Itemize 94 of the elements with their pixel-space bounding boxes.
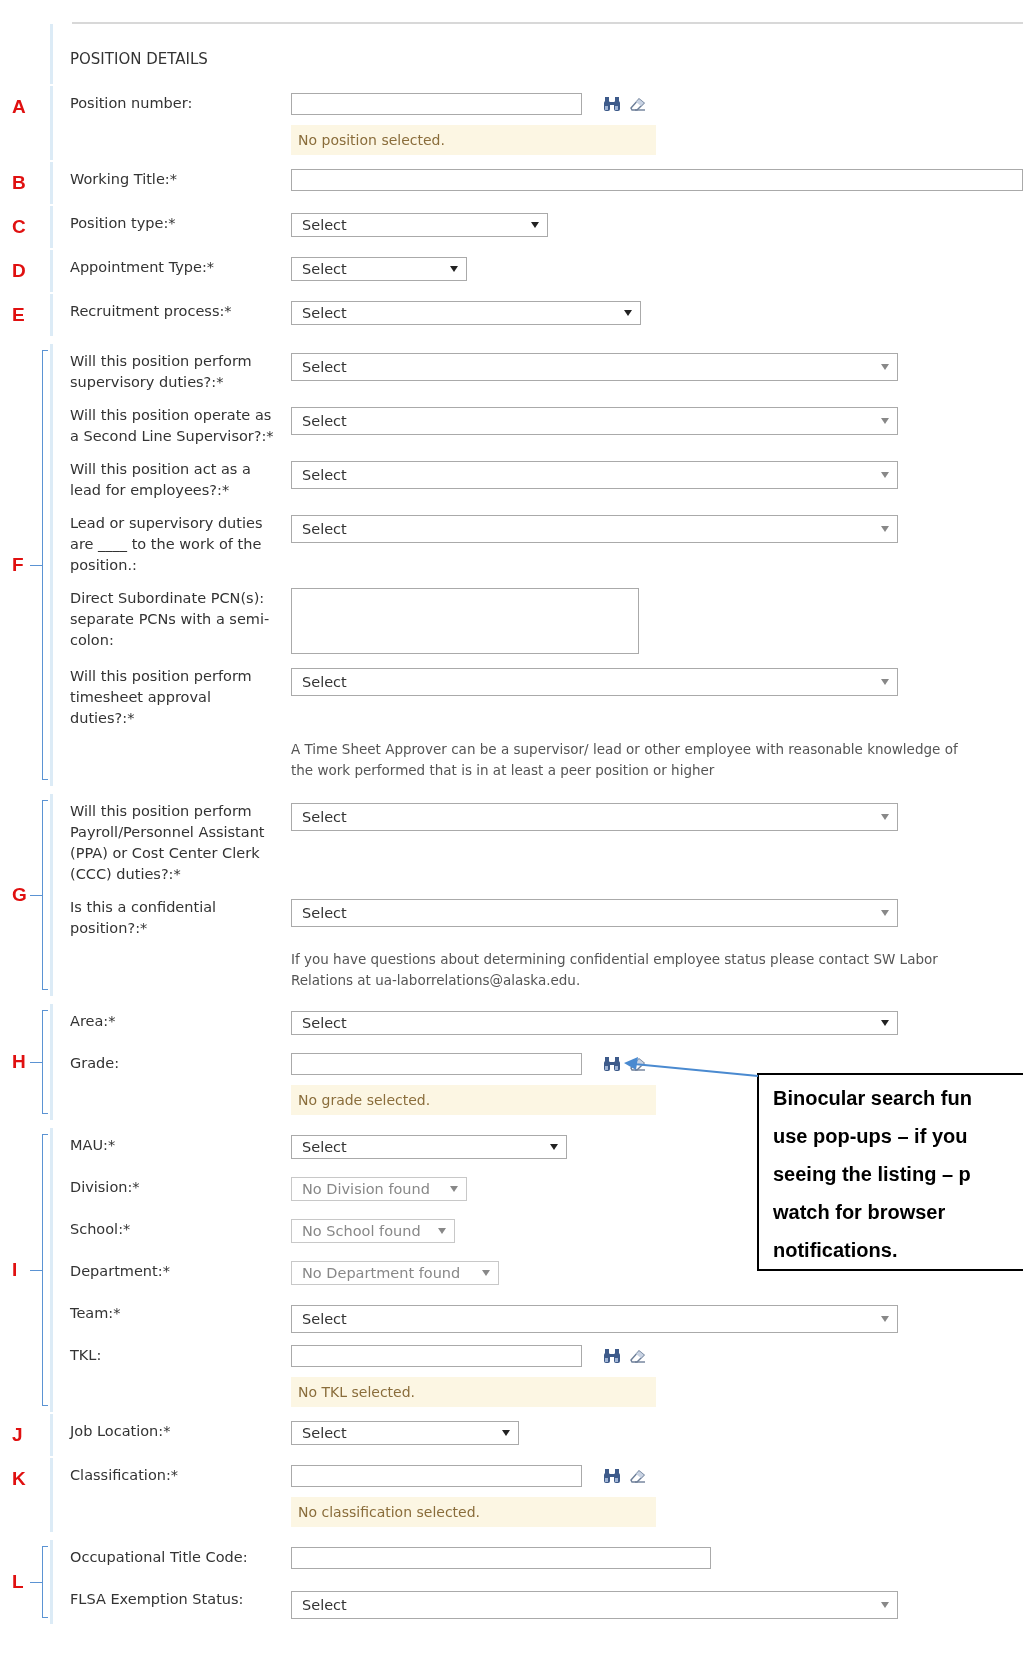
caret-icon <box>438 1228 446 1234</box>
field-label: School:* <box>70 1220 132 1239</box>
binoculars-icon[interactable] <box>602 1348 622 1364</box>
field-label: Division:* <box>70 1178 141 1197</box>
text-field[interactable] <box>291 1465 582 1487</box>
caret-icon <box>881 814 889 820</box>
field-label: Team:* <box>70 1304 122 1323</box>
caret-icon <box>881 472 889 478</box>
annotation-bracket <box>30 1546 48 1618</box>
field-label: Will this position act as a lead for employees?:* <box>70 460 252 500</box>
dropdown[interactable]: Select <box>291 515 898 543</box>
dropdown[interactable]: Select <box>291 353 898 381</box>
dropdown[interactable]: Select <box>291 213 548 237</box>
section-title: POSITION DETAILS <box>70 49 209 70</box>
text-field[interactable] <box>291 93 582 115</box>
annotation-letter: D <box>12 260 26 282</box>
dropdown[interactable]: Select <box>291 803 898 831</box>
field-label: FLSA Exemption Status: <box>70 1590 245 1609</box>
dropdown[interactable]: Select <box>291 1421 519 1445</box>
caret-icon <box>881 364 889 370</box>
annotation-letter: H <box>12 1051 26 1073</box>
field-label: Will this position perform supervisory duties?:* <box>70 352 253 392</box>
field-label: Occupational Title Code: <box>70 1548 249 1567</box>
field-label: Will this position operate as a Second Line Supervisor?:* <box>70 406 275 446</box>
status-message: No classification selected. <box>291 1497 656 1527</box>
dropdown[interactable]: Select <box>291 1135 567 1159</box>
dropdown[interactable]: Select <box>291 899 898 927</box>
field-label: Position number: <box>70 94 194 113</box>
caret-icon <box>624 310 632 316</box>
field-label: Job Location:* <box>70 1422 172 1441</box>
status-message: No TKL selected. <box>291 1377 656 1407</box>
field-label: Department:* <box>70 1262 171 1281</box>
text-area[interactable] <box>291 588 639 654</box>
eraser-icon[interactable] <box>628 96 646 112</box>
dropdown[interactable]: Select <box>291 461 898 489</box>
annotation-letter: C <box>12 216 26 238</box>
dropdown[interactable]: Select <box>291 1305 898 1333</box>
field-label: Lead or supervisory duties are ____ to the work of the position.: <box>70 514 264 575</box>
caret-icon <box>881 1316 889 1322</box>
caret-icon <box>550 1144 558 1150</box>
dropdown[interactable]: Select <box>291 1011 898 1035</box>
field-label: Appointment Type:* <box>70 258 216 277</box>
help-text: A Time Sheet Approver can be a supervisor/ lead or other employee with reasonable knowledge of the work performed that is in at least a peer position or higher <box>291 740 959 780</box>
eraser-icon[interactable] <box>628 1348 646 1364</box>
annotation-letter: A <box>12 96 26 118</box>
dropdown[interactable]: Select <box>291 407 898 435</box>
annotation-letter: K <box>12 1468 26 1490</box>
caret-icon <box>450 266 458 272</box>
caret-icon <box>881 910 889 916</box>
caret-icon <box>881 679 889 685</box>
text-field[interactable] <box>291 1345 582 1367</box>
caret-icon <box>450 1186 458 1192</box>
field-label: Position type:* <box>70 214 177 233</box>
annotation-letter: E <box>12 304 25 326</box>
status-message: No position selected. <box>291 125 656 155</box>
annotation-letter: G <box>12 884 27 906</box>
text-field[interactable] <box>291 1547 711 1569</box>
annotation-letter: B <box>12 172 26 194</box>
caret-icon <box>482 1270 490 1276</box>
caret-icon <box>881 526 889 532</box>
annotation-letter: F <box>12 554 24 576</box>
caret-icon <box>881 1020 889 1026</box>
field-label: Recruitment process:* <box>70 302 233 321</box>
status-message: No grade selected. <box>291 1085 656 1115</box>
dropdown[interactable]: Select <box>291 668 898 696</box>
help-text: If you have questions about determining confidential employee status please contact SW Labor Relations at ua-laborrelations@alaska.edu. <box>291 950 939 990</box>
dropdown[interactable]: Select <box>291 301 641 325</box>
text-field[interactable] <box>291 169 1023 191</box>
field-label: Grade: <box>70 1054 121 1073</box>
caret-icon <box>531 222 539 228</box>
caret-icon <box>881 1602 889 1608</box>
field-label: Will this position perform timesheet approval duties?:* <box>70 667 253 728</box>
caret-icon <box>502 1430 510 1436</box>
annotation-letter: L <box>12 1571 24 1593</box>
annotation-letter: I <box>12 1259 18 1281</box>
field-label: Is this a confidential position?:* <box>70 898 218 938</box>
field-label: Working Title:* <box>70 170 178 189</box>
annotation-letter: J <box>12 1424 23 1446</box>
binoculars-icon[interactable] <box>602 96 622 112</box>
dropdown[interactable]: Select <box>291 257 467 281</box>
field-label: Classification:* <box>70 1466 180 1485</box>
eraser-icon[interactable] <box>628 1468 646 1484</box>
field-label: Will this position perform Payroll/Personnel Assistant (PPA) or Cost Center Clerk (CCC) duties?:* <box>70 802 266 884</box>
binoculars-icon[interactable] <box>602 1056 622 1072</box>
caret-icon <box>881 418 889 424</box>
dropdown[interactable]: Select <box>291 1591 898 1619</box>
field-label: Direct Subordinate PCN(s): separate PCNs with a semi-colon: <box>70 589 271 650</box>
binoculars-icon[interactable] <box>602 1468 622 1484</box>
text-field[interactable] <box>291 1053 582 1075</box>
field-label: TKL: <box>70 1346 103 1365</box>
callout-text: Binocular search fun use pop-ups – if you seeing the listing – p watch for browser notifications. <box>772 1086 973 1263</box>
field-label: MAU:* <box>70 1136 117 1155</box>
eraser-icon[interactable] <box>628 1056 646 1072</box>
field-label: Area:* <box>70 1012 117 1031</box>
